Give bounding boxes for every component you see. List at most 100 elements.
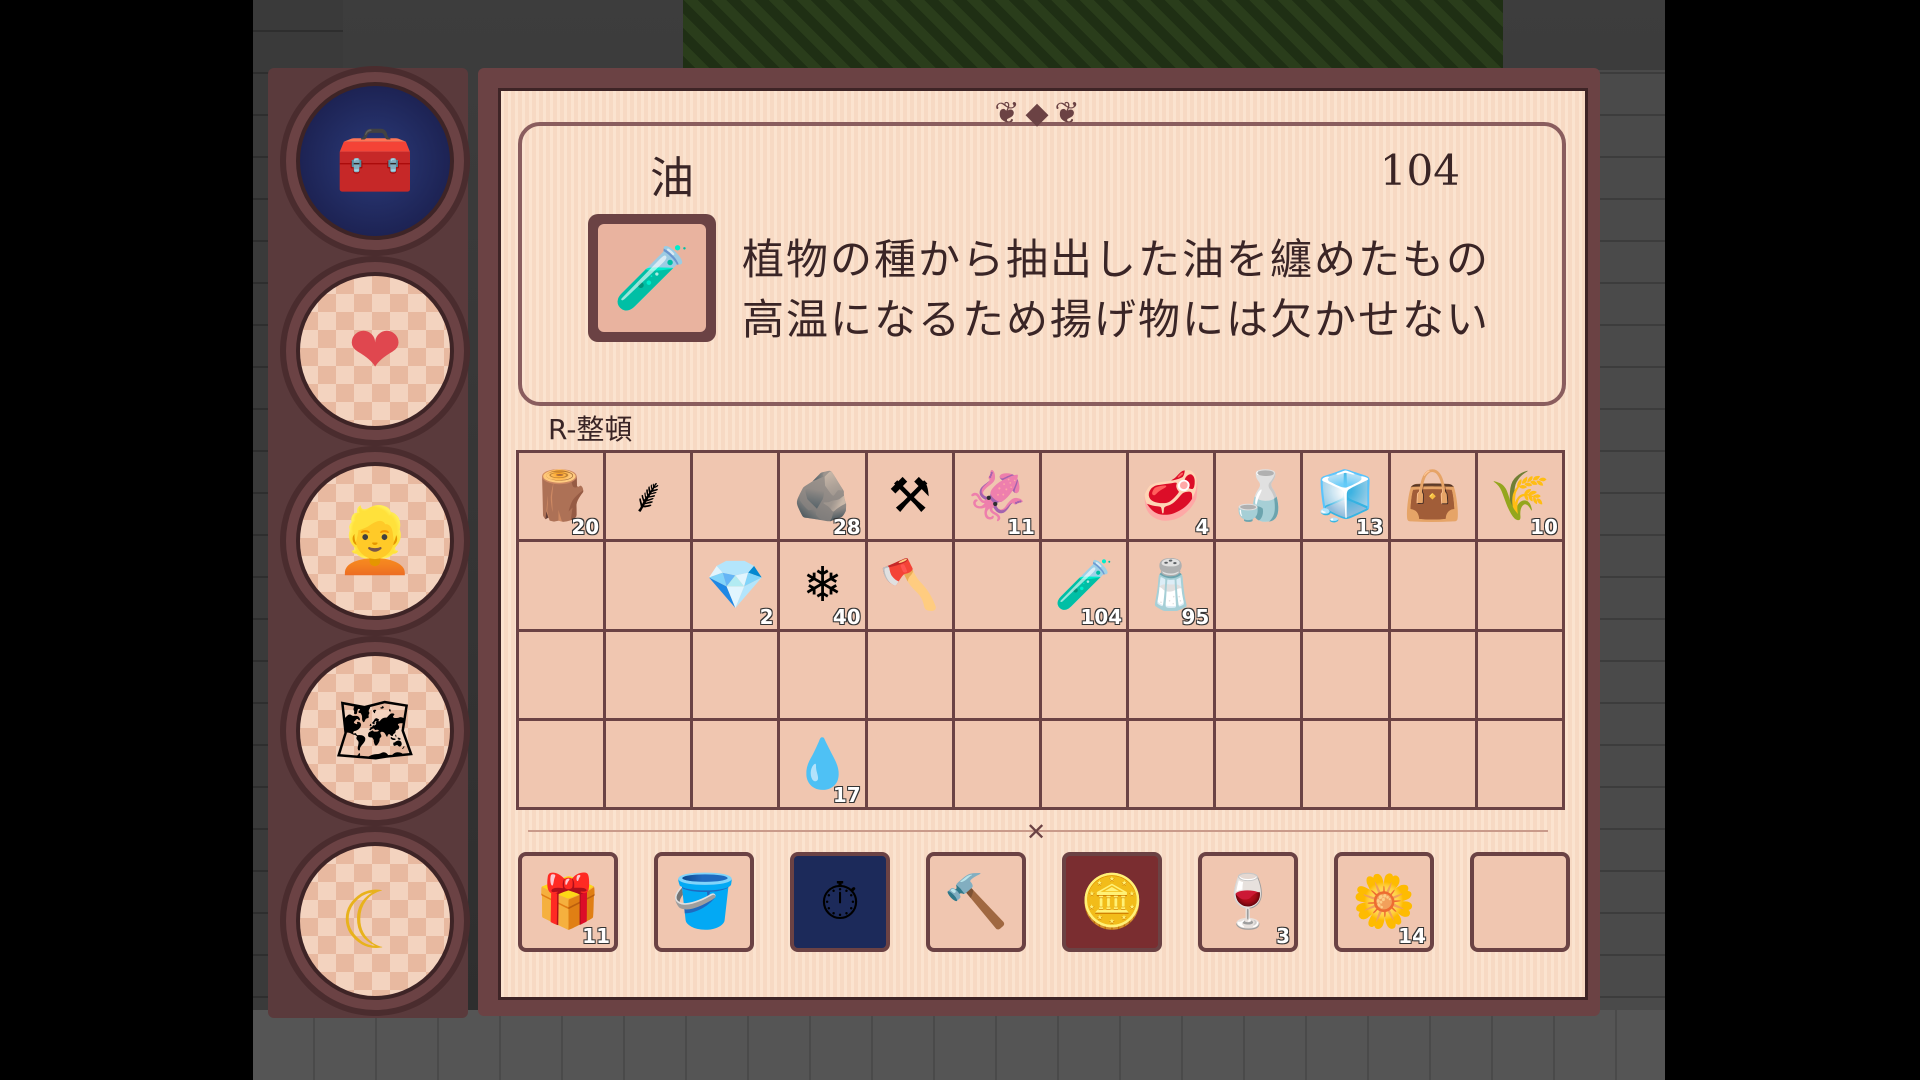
hotbar-slot[interactable]: 🪙 [1062, 852, 1162, 952]
inventory-slot[interactable] [1041, 631, 1127, 718]
tab-heart-face: ❤ [296, 272, 454, 430]
inventory-slot[interactable] [1303, 542, 1388, 629]
inventory-slot[interactable]: 🪨 28 [780, 453, 865, 540]
inventory-slot[interactable] [1129, 720, 1214, 807]
inventory-slot[interactable] [867, 631, 952, 718]
hoe-icon: ⚒ [888, 468, 932, 525]
inventory-slot[interactable] [1390, 631, 1475, 718]
blue-ore-icon: 💎 [705, 557, 766, 614]
wine-bottle-icon: 🍷 [1215, 872, 1281, 932]
inventory-slot[interactable] [693, 453, 778, 540]
item-name: 油 [650, 153, 694, 204]
inventory-slot[interactable]: ⚒ [867, 453, 952, 540]
hedge [683, 0, 1503, 70]
inventory-slot[interactable] [606, 542, 691, 629]
hotbar-slot[interactable]: 🔨 [926, 852, 1026, 952]
floor [253, 1010, 1665, 1080]
inventory-slot[interactable] [1477, 631, 1562, 718]
clock-fast-forward-icon: ⏱ [819, 872, 861, 932]
stone-icon: 🪨 [792, 468, 853, 525]
inventory-slot[interactable]: 🥩 4 [1129, 453, 1214, 540]
inventory-slot[interactable] [606, 720, 691, 807]
tab-sleep[interactable]: ☾ [286, 832, 464, 1010]
inventory-slot[interactable] [867, 720, 952, 807]
inventory-slot[interactable]: 🧂 95 [1129, 542, 1214, 629]
sort-hint: R-整頓 [548, 413, 633, 446]
inventory-slot[interactable] [954, 631, 1039, 718]
hotbar-slot[interactable]: 🎁 11 [518, 852, 618, 952]
inventory-slot[interactable]: ❄ 40 [780, 542, 865, 629]
item-count-label: 104 [1080, 604, 1123, 629]
inventory-slot[interactable] [693, 631, 778, 718]
axe-icon: 🪓 [879, 557, 940, 614]
tab-inventory-chest[interactable]: 🧰 [286, 72, 464, 250]
inventory-slot[interactable] [1216, 720, 1301, 807]
hotbar-slot[interactable]: 🌼 14 [1334, 852, 1434, 952]
oil-bottle-icon: 🧪 [1054, 557, 1114, 614]
oil-bottle-icon: 🧪 [598, 224, 706, 332]
tab-character-face: 👱 [296, 462, 454, 620]
item-count-label: 20 [571, 515, 600, 540]
inventory-slot[interactable]: 👜 [1390, 453, 1475, 540]
squid-icon: 🦑 [967, 468, 1027, 525]
meat-icon: 🥩 [1141, 468, 1202, 525]
inventory-slot[interactable] [1216, 631, 1301, 718]
inventory-slot[interactable]: 🧪 104 [1041, 542, 1127, 629]
hotbar-slot[interactable]: 🪣 [654, 852, 754, 952]
inventory-slot[interactable]: 💎 2 [693, 542, 778, 629]
divider-ornament-icon: ✕ [1026, 818, 1047, 846]
item-description-line-1: 植物の種から抽出した油を纏めたもの [742, 235, 1491, 284]
inventory-slot[interactable]: ⸙ [606, 453, 691, 540]
inventory-slot[interactable] [1390, 720, 1475, 807]
inventory-slot[interactable] [1477, 720, 1562, 807]
inventory-slot[interactable] [954, 542, 1039, 629]
hotbar-slot[interactable] [1470, 852, 1570, 952]
hammer-icon: 🔨 [943, 872, 1009, 932]
inventory-slot[interactable] [1303, 720, 1388, 807]
inventory-slot[interactable]: 🍶 [1216, 453, 1301, 540]
inventory-slot[interactable] [1216, 542, 1301, 629]
watering-can-icon: 💧 [792, 735, 853, 792]
sauce-bottle-icon: 🍶 [1228, 468, 1289, 525]
inventory-slot[interactable] [1129, 631, 1214, 718]
tab-inventory-chest-face: 🧰 [296, 82, 454, 240]
ornament: ❦◆❦ [994, 96, 1086, 131]
inventory-slot[interactable] [1390, 542, 1475, 629]
item-description-line-2: 高温になるため揚げ物には欠かせない [742, 295, 1491, 344]
inventory-slot[interactable] [1477, 542, 1562, 629]
inventory-slot[interactable] [954, 720, 1039, 807]
hotbar-slot[interactable]: 🍷 3 [1198, 852, 1298, 952]
inventory-slot[interactable] [693, 720, 778, 807]
salt-jar-icon: 🧂 [1141, 557, 1202, 614]
item-count-label: 14 [1398, 924, 1426, 948]
tab-map[interactable]: 🗺 [286, 642, 464, 820]
tab-character[interactable]: 👱 [286, 452, 464, 630]
inventory-slot[interactable]: 💧 17 [780, 720, 865, 807]
item-count-label: 11 [1007, 515, 1035, 540]
inventory-slot[interactable]: 🌾 10 [1477, 453, 1562, 540]
tab-heart[interactable]: ❤ [286, 262, 464, 440]
inventory-slot[interactable]: 🪵 20 [519, 453, 604, 540]
inventory-slot[interactable]: 🪓 [867, 542, 952, 629]
logs-icon: 🪵 [531, 468, 591, 525]
item-count-label: 3 [1276, 924, 1290, 948]
inventory-slot[interactable] [519, 542, 604, 629]
inventory-slot[interactable] [519, 631, 604, 718]
bucket-icon: 🪣 [671, 872, 737, 932]
inventory-slot[interactable] [519, 720, 604, 807]
flour-bag-icon: 🌾 [1490, 468, 1550, 525]
hotbar-slot[interactable]: ⏱ [790, 852, 890, 952]
item-count-label: 40 [832, 604, 861, 629]
character-icon: 👱 [335, 504, 415, 578]
yellow-flower-icon: 🌼 [1351, 872, 1417, 932]
inventory-slot[interactable] [1041, 453, 1127, 540]
inventory-slot[interactable] [780, 631, 865, 718]
item-count-label: 4 [1195, 515, 1210, 540]
inventory-slot[interactable]: 🧊 13 [1303, 453, 1388, 540]
inventory-grid: 🪵 20 ⸙ 🪨 28 ⚒ 🦑 11 🥩 4 🍶 🧊 13 👜 🌾 10 💎 2 ❄ 40 🪓 🧪 104 🧂 95 💧 17 [516, 450, 1565, 810]
inventory-slot[interactable]: 🦑 11 [954, 453, 1039, 540]
inventory-slot[interactable] [1041, 720, 1127, 807]
inventory-slot[interactable] [606, 631, 691, 718]
inventory-slot[interactable] [1303, 631, 1388, 718]
heart-icon: ❤ [348, 314, 402, 388]
